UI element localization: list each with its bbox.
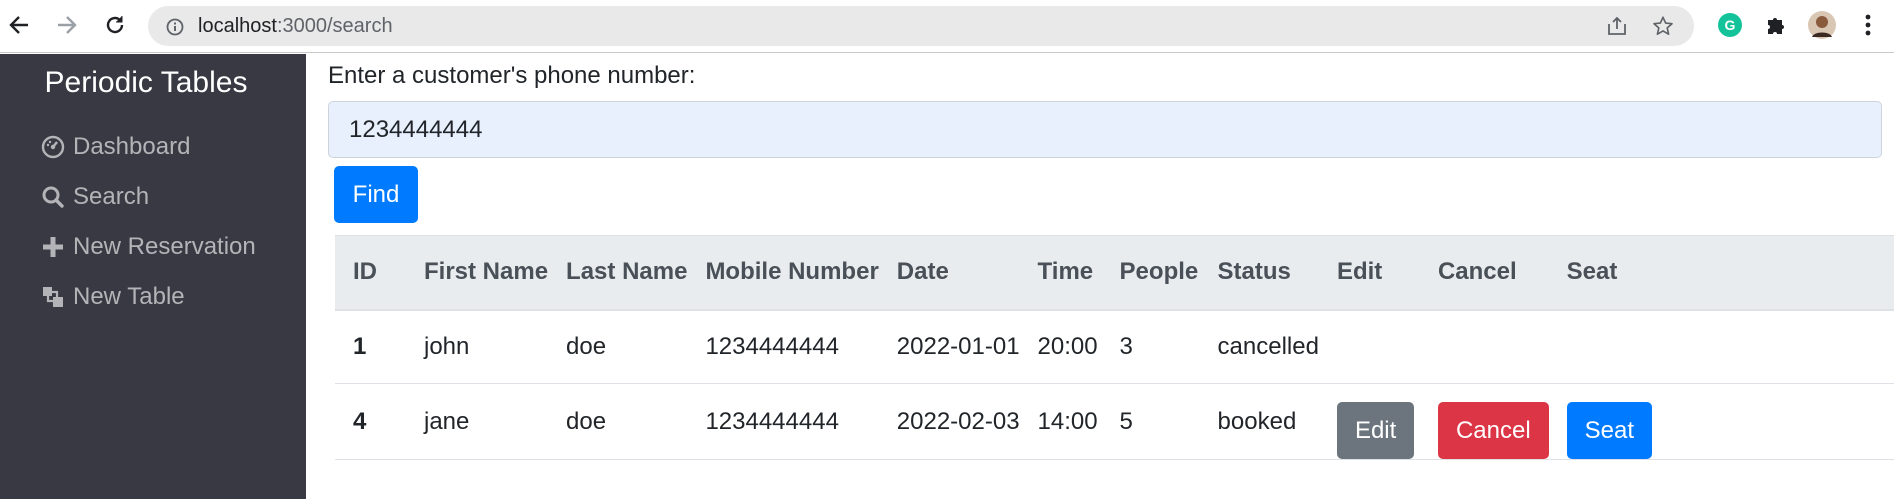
layers-icon — [40, 284, 66, 310]
cell-seat — [1548, 309, 1894, 384]
bookmark-star-icon[interactable] — [1652, 15, 1674, 37]
back-arrow-icon — [9, 16, 28, 34]
sidebar-item-search[interactable]: Search — [40, 177, 149, 217]
phone-prompt-label: Enter a customer's phone number: — [328, 62, 696, 89]
browser-menu-icon[interactable] — [1854, 11, 1882, 39]
browser-toolbar: localhost:3000/search G — [0, 0, 1894, 53]
column-header-people: People — [1101, 235, 1200, 311]
url-host: localhost — [198, 15, 277, 37]
cell-mobile-number: 1234444444 — [687, 309, 879, 384]
cell-id: 4 — [335, 383, 406, 460]
column-header-seat: Seat — [1548, 235, 1894, 311]
sidebar-item-new-reservation[interactable]: New Reservation — [40, 227, 256, 267]
cell-id: 1 — [335, 309, 406, 384]
column-header-cancel: Cancel — [1419, 235, 1549, 311]
dashboard-icon — [40, 134, 66, 160]
cell-edit — [1318, 309, 1420, 384]
column-header-id: ID — [335, 235, 406, 311]
forward-button[interactable] — [50, 8, 84, 42]
cell-people: 5 — [1101, 383, 1200, 460]
sidebar-item-label: Dashboard — [73, 133, 191, 160]
cell-edit: Edit — [1318, 383, 1420, 460]
column-header-last-name: Last Name — [548, 235, 688, 311]
find-button[interactable]: Find — [334, 166, 418, 223]
reload-button[interactable] — [98, 8, 132, 42]
table-row: 4 jane doe 1234444444 2022-02-03 14:00 5… — [335, 383, 1894, 460]
sidebar-item-new-table[interactable]: New Table — [40, 277, 185, 317]
cell-mobile-number: 1234444444 — [687, 383, 879, 460]
edit-button[interactable]: Edit — [1336, 402, 1415, 459]
phone-number-input[interactable] — [328, 101, 1882, 158]
cell-first-name: jane — [406, 383, 549, 460]
cell-cancel — [1419, 309, 1549, 384]
cell-last-name: doe — [548, 309, 688, 384]
cell-seat: Seat — [1548, 383, 1894, 460]
site-info-icon[interactable] — [166, 18, 184, 36]
column-header-time: Time — [1019, 235, 1102, 311]
plus-icon — [40, 234, 66, 260]
cell-status: booked — [1199, 383, 1319, 460]
sidebar-item-label: New Reservation — [73, 233, 256, 260]
seat-button[interactable]: Seat — [1566, 402, 1653, 459]
column-header-mobile-number: Mobile Number — [687, 235, 879, 311]
brand-title[interactable]: Periodic Tables — [0, 66, 292, 100]
grammarly-extension-icon[interactable]: G — [1716, 11, 1744, 39]
column-header-status: Status — [1199, 235, 1319, 311]
forward-arrow-icon — [58, 16, 77, 34]
sidebar-item-label: New Table — [73, 283, 185, 310]
reservations-table: ID First Name Last Name Mobile Number Da… — [335, 235, 1894, 460]
sidebar-item-dashboard[interactable]: Dashboard — [40, 127, 190, 167]
cell-time: 14:00 — [1019, 383, 1102, 460]
sidebar: Periodic Tables Dashboard Search New Res… — [0, 54, 306, 499]
main-content: Enter a customer's phone number: Find ID… — [306, 54, 1894, 499]
table-row: 1 john doe 1234444444 2022-01-01 20:00 3… — [335, 309, 1894, 384]
reload-icon — [106, 16, 124, 34]
url-text: localhost:3000/search — [198, 6, 393, 46]
back-button[interactable] — [2, 8, 36, 42]
cell-cancel: Cancel — [1419, 383, 1549, 460]
share-icon[interactable] — [1606, 16, 1628, 36]
extensions-puzzle-icon[interactable] — [1762, 11, 1790, 39]
cell-date: 2022-02-03 — [878, 383, 1020, 460]
cell-time: 20:00 — [1019, 309, 1102, 384]
column-header-edit: Edit — [1318, 235, 1420, 311]
cell-status: cancelled — [1199, 309, 1319, 384]
sidebar-item-label: Search — [73, 183, 150, 210]
url-path: :3000/search — [276, 15, 393, 37]
svg-text:G: G — [1725, 17, 1736, 33]
address-bar[interactable]: localhost:3000/search — [148, 6, 1694, 46]
cell-date: 2022-01-01 — [878, 309, 1020, 384]
column-header-date: Date — [878, 235, 1020, 311]
column-header-first-name: First Name — [406, 235, 549, 311]
cancel-reservation-button[interactable]: Cancel — [1437, 402, 1549, 459]
cell-people: 3 — [1101, 309, 1200, 384]
cell-first-name: john — [406, 309, 549, 384]
cell-last-name: doe — [548, 383, 688, 460]
profile-avatar[interactable] — [1808, 11, 1836, 39]
table-header-row: ID First Name Last Name Mobile Number Da… — [335, 235, 1894, 311]
search-icon — [40, 184, 66, 210]
